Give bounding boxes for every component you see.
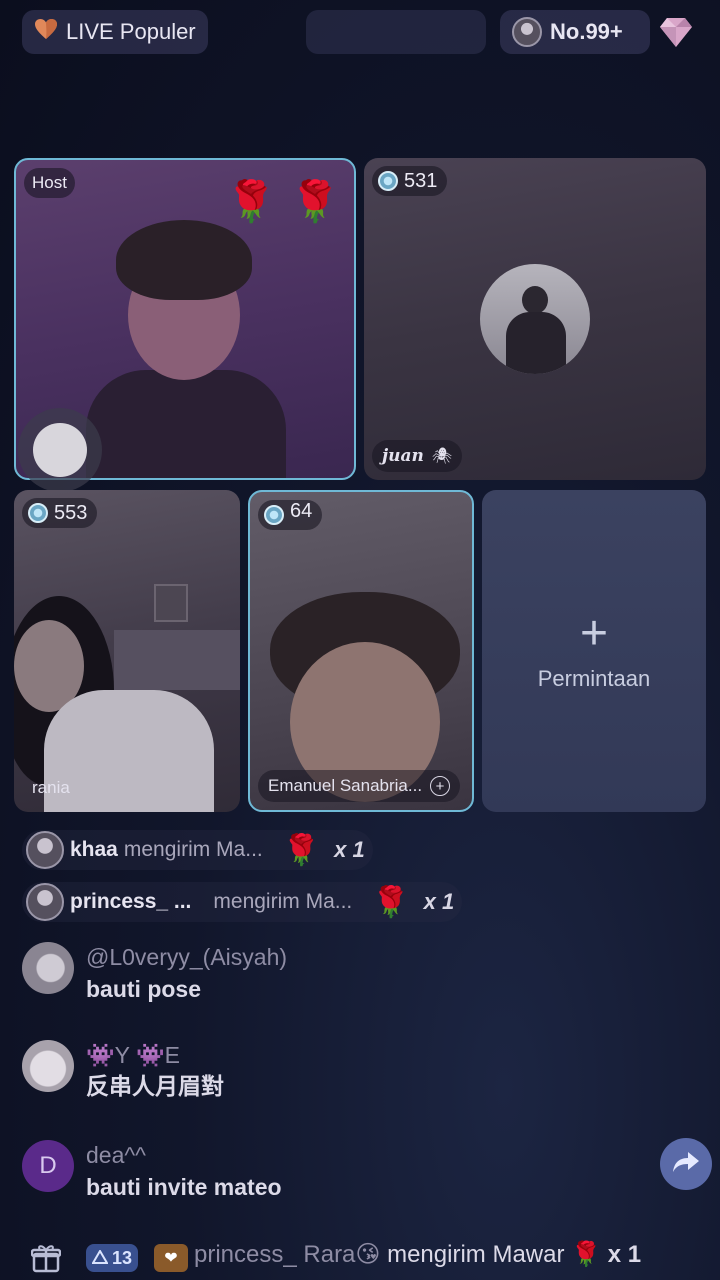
comment-username[interactable]: @L0veryy_(Aisyah) <box>86 942 287 972</box>
comment-text: 反串人月眉對 <box>86 1074 224 1100</box>
host-person <box>76 200 296 478</box>
ticker-action: mengirim Mawar <box>387 1241 565 1268</box>
spider-icon: 🕷 <box>431 448 453 465</box>
live-populer-button[interactable]: LIVE Populer <box>22 10 208 54</box>
guest-tile-emanuel[interactable]: 64 Emanuel Sanabria... + <box>248 490 474 812</box>
request-tile[interactable]: + Permintaan <box>482 490 706 812</box>
chat-comment: D dea^^ bauti invite mateo <box>22 1140 282 1204</box>
commenter-avatar[interactable]: D <box>22 1140 74 1192</box>
rank-label: No.99+ <box>550 19 623 44</box>
share-button[interactable] <box>660 1138 712 1190</box>
viewer-count-badge: 553 <box>22 498 98 528</box>
guest-nametag: juan 🕷 <box>372 440 463 472</box>
follow-plus-icon[interactable]: + <box>430 776 451 796</box>
live-populer-label: LIVE Populer <box>66 19 196 44</box>
juan-avatar <box>480 264 590 374</box>
guest-tile-rania[interactable]: 553 rania <box>14 490 240 812</box>
rank-button[interactable]: No.99+ <box>500 10 650 54</box>
commenter-avatar[interactable] <box>22 1040 74 1092</box>
record-button[interactable] <box>18 408 102 492</box>
guest-nametag: rania <box>32 778 70 797</box>
header-placeholder <box>306 10 486 54</box>
ranking-avatar <box>512 17 542 47</box>
commenter-avatar[interactable] <box>22 942 74 994</box>
share-arrow-icon <box>672 1150 700 1179</box>
level-triangle-icon <box>91 1248 109 1269</box>
level-badge: 13 <box>86 1244 139 1272</box>
comment-text: bauti pose <box>86 976 202 1002</box>
chat-comment: @L0veryy_(Aisyah) bauti pose <box>22 942 287 1006</box>
heart-badge-icon: ❤ <box>154 1244 188 1272</box>
guest-nametag: Emanuel Sanabria... + <box>258 770 461 802</box>
gift-sender-avatar <box>26 831 64 869</box>
rose-icon: 🌹 <box>372 885 410 919</box>
gift-ticker: princess_ Rara😘 mengirim Mawar 🌹 x 1 <box>194 1240 641 1269</box>
rose-icon: 🌹 <box>282 833 321 867</box>
viewer-dot-icon <box>264 505 284 525</box>
viewer-count-badge: 531 <box>372 166 448 196</box>
plus-icon: + <box>579 607 609 660</box>
gem-icon[interactable] <box>654 12 698 52</box>
gift-sender-avatar <box>26 883 64 921</box>
comment-username[interactable]: 👾Y 👾E <box>86 1040 224 1070</box>
chat-comment: 👾Y 👾E 反串人月眉對 <box>22 1040 224 1104</box>
rose-decorations: 🌹 🌹 <box>226 180 340 224</box>
viewer-count-badge: 64 <box>258 500 323 530</box>
gift-notification: khaa mengirim Ma... 🌹 x 1 <box>22 830 373 870</box>
gift-notification: princess_ ... mengirim Ma... 🌹 x 1 <box>22 882 463 922</box>
comment-text: bauti invite mateo <box>86 1174 282 1200</box>
heart-icon <box>34 18 58 46</box>
gift-box-icon[interactable] <box>26 1238 66 1278</box>
rose-icon: 🌹 <box>571 1241 602 1268</box>
viewer-dot-icon <box>28 503 48 523</box>
top-bar: LIVE Populer No.99+ <box>0 0 720 64</box>
ticker-count: x 1 <box>607 1241 642 1268</box>
bottom-bar: 13 ❤ princess_ Rara😘 mengirim Mawar 🌹 x … <box>0 1236 720 1280</box>
guest-tile-juan[interactable]: 531 juan 🕷 <box>364 158 706 480</box>
ticker-username: princess_ Rara😘 <box>194 1241 381 1268</box>
record-button-inner <box>33 423 87 477</box>
viewer-dot-icon <box>378 171 398 191</box>
host-badge: Host <box>24 168 75 198</box>
comment-username[interactable]: dea^^ <box>86 1140 282 1170</box>
request-label: Permintaan <box>537 666 651 691</box>
